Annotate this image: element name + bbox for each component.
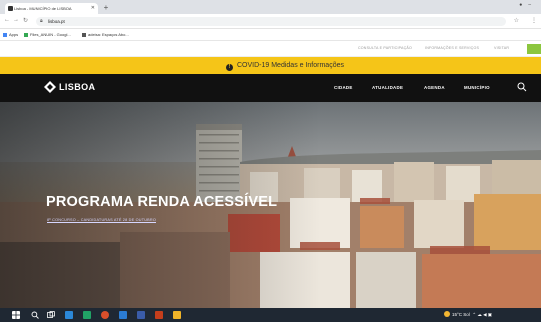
windows-taskbar: 15°C Sol ⌃ ☁ ◀ ▣ (0, 308, 541, 322)
bookmark-icon (82, 32, 86, 37)
covid-banner-text[interactable]: COVID-19 Medidas e Informações (237, 62, 344, 69)
address-bar: ← → ↻ 🔒︎ lisboa.pt ☆ ⋮ (0, 14, 541, 29)
lisboa-logo[interactable]: LISBOA (44, 81, 95, 93)
file-explorer-icon[interactable] (173, 311, 181, 319)
search-taskbar-icon[interactable] (31, 311, 39, 319)
hero-title: PROGRAMA RENDA ACESSÍVEL (46, 194, 278, 210)
edge-icon[interactable] (65, 311, 73, 319)
forward-icon[interactable]: → (13, 17, 19, 23)
tab-title: Lisboa - MUNICÍPIO de LISBOA (14, 6, 72, 11)
url-input[interactable]: 🔒︎ lisboa.pt (36, 17, 506, 26)
excel-icon[interactable] (83, 311, 91, 319)
browser-tab-strip: Lisboa - MUNICÍPIO de LISBOA ✕ + ●– (0, 0, 541, 14)
url-text: lisboa.pt (48, 19, 65, 24)
window-controls[interactable]: ●– (519, 2, 537, 8)
drive-icon (24, 32, 28, 37)
bookmark-files[interactable]: Files_ANUIN - Googl... (24, 29, 71, 41)
lock-icon[interactable]: 🔒︎ (40, 17, 43, 26)
utility-link-consulta[interactable]: CONSULTA E PARTICIPAÇÃO (358, 46, 412, 50)
utility-link-informacoes[interactable]: INFORMAÇÕES E SERVIÇOS (425, 46, 479, 50)
tray-icons[interactable]: ⌃ ☁ ◀ ▣ (471, 312, 492, 317)
browser-tab[interactable]: Lisboa - MUNICÍPIO de LISBOA ✕ (5, 3, 98, 14)
covid-banner[interactable]: ! COVID-19 Medidas e Informações (0, 57, 541, 74)
site-utility-bar: CONSULTA E PARTICIPAÇÃO INFORMAÇÕES E SE… (0, 41, 541, 57)
word-icon[interactable] (119, 311, 127, 319)
reload-icon[interactable]: ↻ (23, 17, 28, 24)
utility-green-button[interactable] (527, 44, 541, 54)
bookmark-adeisa[interactable]: adeisa: Espaços Abo... (82, 29, 129, 41)
screen: Lisboa - MUNICÍPIO de LISBOA ✕ + ●– ← → … (0, 0, 541, 322)
search-icon[interactable] (517, 82, 527, 92)
site-header: LISBOA CIDADE ATUALIDADE AGENDA MUNICÍPI… (0, 74, 541, 102)
back-icon[interactable]: ← (4, 17, 10, 23)
extensions-icon[interactable]: ⋮ (531, 17, 537, 24)
weather-sun-icon (444, 311, 450, 317)
lisboa-logo-icon (44, 81, 56, 93)
minimize-icon[interactable]: – (528, 2, 537, 8)
weather-text: 15°C Sol (452, 312, 470, 317)
task-view-icon[interactable] (47, 311, 55, 319)
favicon-icon (8, 6, 13, 11)
bookmark-star-icon[interactable]: ☆ (514, 17, 519, 24)
system-tray[interactable]: 15°C Sol ⌃ ☁ ◀ ▣ (444, 311, 492, 319)
nav-atualidade[interactable]: ATUALIDADE (372, 85, 403, 90)
new-tab-button[interactable]: + (101, 3, 111, 13)
bookmark-apps[interactable]: Apps (3, 29, 18, 41)
windows-start-icon[interactable] (12, 311, 20, 319)
hero-banner[interactable]: PROGRAMA RENDA ACESSÍVEL 8º CONCURSO – C… (0, 102, 541, 308)
apps-icon (3, 32, 7, 37)
chrome-icon[interactable] (101, 311, 109, 319)
logo-text: LISBOA (59, 82, 96, 92)
profile-icon[interactable]: ● (519, 2, 528, 8)
close-tab-icon[interactable]: ✕ (91, 3, 95, 14)
nav-agenda[interactable]: AGENDA (424, 85, 445, 90)
nav-cidade[interactable]: CIDADE (334, 85, 353, 90)
hero-link[interactable]: 8º CONCURSO – CANDIDATURAS ATÉ 28 DE OUT… (47, 218, 156, 222)
bookmarks-bar: Apps Files_ANUIN - Googl... adeisa: Espa… (0, 29, 541, 41)
nav-municipio[interactable]: MUNICÍPIO (464, 85, 490, 90)
utility-link-visitar[interactable]: VISITAR (494, 46, 509, 50)
info-icon: ! (226, 64, 233, 71)
outlook-icon[interactable] (137, 311, 145, 319)
powerpoint-icon[interactable] (155, 311, 163, 319)
